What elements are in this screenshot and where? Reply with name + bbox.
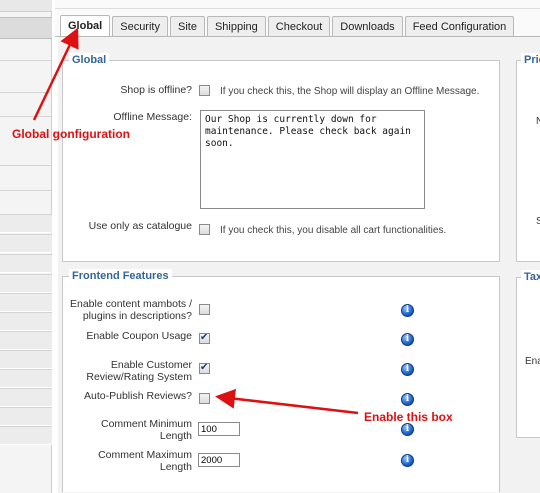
sidebar-item[interactable] bbox=[0, 407, 52, 426]
tab-feed-configuration[interactable]: Feed Configuration bbox=[404, 16, 515, 37]
sidebar-item-selected[interactable] bbox=[0, 17, 52, 39]
pricing-legend: Pric bbox=[521, 53, 540, 67]
mambots-checkbox[interactable] bbox=[199, 304, 210, 315]
sidebar-divider bbox=[0, 60, 52, 61]
sidebar-item[interactable] bbox=[0, 234, 52, 253]
global-config-annotation: Global gonfiguration bbox=[12, 127, 130, 141]
sidebar-divider bbox=[0, 92, 52, 93]
tab-shipping[interactable]: Shipping bbox=[206, 16, 266, 37]
sidebar-item[interactable] bbox=[0, 426, 52, 445]
comment-max-label: Comment Maximum Length bbox=[98, 449, 192, 473]
sidebar-item[interactable] bbox=[0, 350, 52, 369]
tab-downloads[interactable]: Downloads bbox=[332, 16, 403, 37]
tab-global[interactable]: Global bbox=[60, 15, 111, 37]
sidebar-item[interactable] bbox=[0, 254, 52, 273]
sidebar-item[interactable] bbox=[0, 331, 52, 350]
pricing-label-fragment: S bbox=[536, 216, 540, 227]
review-info-icon[interactable]: i bbox=[401, 363, 414, 376]
mambots-label: Enable content mambots / plugins in desc… bbox=[70, 298, 192, 322]
pricing-label-fragment: N bbox=[536, 116, 540, 127]
pricing-fieldset: Pric bbox=[516, 53, 540, 262]
autopublish-checkbox[interactable] bbox=[199, 393, 210, 404]
tab-site[interactable]: Site bbox=[169, 16, 205, 37]
comment-max-input[interactable] bbox=[198, 453, 240, 467]
coupon-label: Enable Coupon Usage bbox=[86, 330, 192, 342]
frontend-legend: Frontend Features bbox=[69, 269, 172, 283]
config-tabs: Global Security Site Shipping Checkout D… bbox=[60, 15, 515, 37]
enable-box-annotation: Enable this box bbox=[364, 410, 453, 424]
sidebar-item[interactable] bbox=[0, 293, 52, 312]
sidebar-item[interactable] bbox=[0, 274, 52, 293]
top-divider bbox=[55, 8, 540, 9]
review-label: Enable Customer Review/Rating System bbox=[86, 359, 192, 383]
offline-message-label: Offline Message: bbox=[113, 111, 192, 123]
shop-offline-hint: If you check this, the Shop will display… bbox=[220, 86, 480, 97]
sidebar-header bbox=[0, 0, 52, 12]
autopublish-info-icon[interactable]: i bbox=[401, 393, 414, 406]
sidebar-item[interactable] bbox=[0, 312, 52, 331]
comment-min-label: Comment Minimum Length bbox=[100, 418, 192, 442]
comment-min-info-icon[interactable]: i bbox=[401, 423, 414, 436]
review-checkbox[interactable] bbox=[199, 362, 210, 374]
offline-message-textarea[interactable] bbox=[200, 110, 425, 209]
tax-enable-label: Ena bbox=[525, 356, 540, 367]
catalogue-label: Use only as catalogue bbox=[88, 220, 192, 232]
comment-max-info-icon[interactable]: i bbox=[401, 454, 414, 467]
sidebar-item[interactable] bbox=[0, 214, 52, 233]
sidebar-item[interactable] bbox=[0, 369, 52, 388]
catalogue-checkbox[interactable] bbox=[199, 224, 210, 235]
global-legend: Global bbox=[69, 53, 110, 67]
coupon-info-icon[interactable]: i bbox=[401, 333, 414, 346]
mambots-info-icon[interactable]: i bbox=[401, 304, 414, 317]
left-sidebar bbox=[0, 0, 52, 493]
tax-legend: Tax bbox=[521, 270, 540, 284]
autopublish-label: Auto-Publish Reviews? bbox=[84, 390, 192, 402]
tab-security[interactable]: Security bbox=[112, 16, 168, 37]
catalogue-hint: If you check this, you disable all cart … bbox=[220, 225, 447, 236]
sidebar-item[interactable] bbox=[0, 388, 52, 407]
tab-checkout[interactable]: Checkout bbox=[267, 16, 331, 37]
sidebar-divider bbox=[0, 116, 52, 117]
shop-offline-label: Shop is offline? bbox=[120, 84, 192, 96]
coupon-checkbox[interactable] bbox=[199, 332, 210, 344]
comment-min-input[interactable] bbox=[198, 422, 240, 436]
sidebar-divider bbox=[0, 190, 52, 191]
sidebar-divider bbox=[0, 165, 52, 166]
shop-offline-checkbox[interactable] bbox=[199, 85, 210, 96]
